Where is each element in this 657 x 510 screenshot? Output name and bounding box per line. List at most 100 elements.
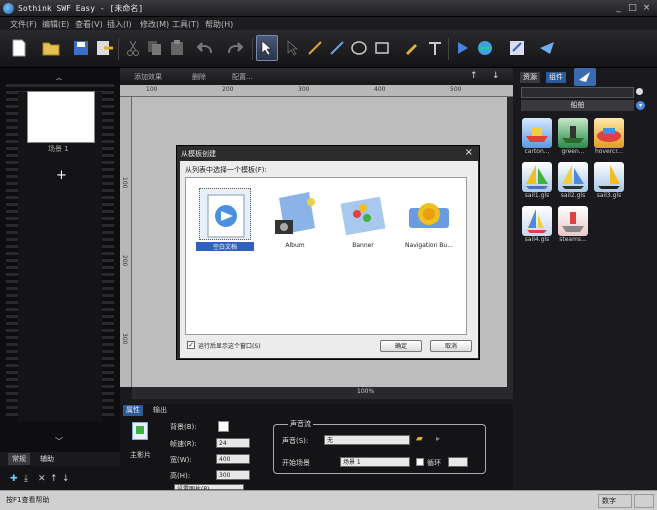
menu-modify[interactable]: 修改(M) — [140, 19, 169, 30]
template-banner[interactable]: Banner — [334, 188, 392, 256]
search-option-icon[interactable] — [636, 88, 643, 95]
dialog-close-button[interactable]: × — [465, 147, 473, 158]
delete-effect-button[interactable]: 删除 — [192, 72, 206, 82]
add-scene-button[interactable]: + — [56, 168, 67, 183]
menu-insert[interactable]: 插入(I) — [107, 19, 132, 30]
scene-thumbnail[interactable] — [27, 91, 95, 143]
tab-general[interactable]: 常规 — [8, 453, 30, 465]
menu-file[interactable]: 文件(F) — [10, 19, 37, 30]
window-title: Sothink SWF Easy - [未命名] — [18, 4, 144, 13]
config-effect-button[interactable]: 配置... — [232, 72, 253, 82]
delete-icon[interactable]: ✕ — [38, 474, 46, 484]
status-extra — [634, 494, 654, 508]
sound-select[interactable]: 无 — [324, 435, 410, 445]
category-dropdown-icon[interactable]: ▾ — [636, 101, 645, 110]
ellipse-tool-icon[interactable] — [348, 35, 370, 61]
asset-item[interactable]: sail3.gls — [592, 162, 626, 204]
width-input[interactable]: 400 — [216, 454, 250, 464]
vertical-scrollbar[interactable] — [507, 97, 513, 387]
play-sound-icon[interactable]: ▸ — [436, 434, 440, 443]
asset-label: sail3.gls — [596, 192, 622, 199]
cancel-button[interactable]: 取消 — [430, 340, 472, 352]
rectangle-tool-icon[interactable] — [371, 35, 393, 61]
publish-icon[interactable] — [506, 35, 528, 61]
asset-label: sail2.gls — [560, 192, 586, 199]
tab-resources[interactable]: 资源 — [520, 72, 540, 83]
move-down-icon[interactable]: ↓ — [62, 474, 70, 484]
loop-label: 循环 — [427, 459, 441, 467]
template-album[interactable]: Album — [266, 188, 324, 256]
sound-group-title: 声音流 — [288, 419, 313, 429]
subselect-tool-icon[interactable] — [282, 35, 304, 61]
import-icon[interactable]: ⤓ — [24, 474, 28, 484]
template-list[interactable]: 空白文档 Album Banner Navigation Bu... — [185, 177, 467, 335]
redo-icon[interactable] — [224, 35, 246, 61]
new-icon[interactable] — [8, 35, 30, 61]
play-icon[interactable] — [452, 35, 474, 61]
cut-icon[interactable] — [122, 35, 144, 61]
loop-checkbox[interactable] — [416, 458, 424, 466]
start-scene-select[interactable]: 场景 1 — [340, 457, 410, 467]
toolbar-separator — [118, 38, 119, 60]
asset-label: hovercr... — [595, 148, 623, 155]
tab-components[interactable]: 组件 — [546, 72, 566, 83]
status-bar: 按F1查看帮助 数字 — [0, 490, 657, 510]
share-icon[interactable] — [536, 35, 558, 61]
ruler-tick: 300 — [298, 86, 310, 93]
select-tool-icon[interactable] — [256, 35, 278, 61]
menu-help[interactable]: 帮助(H) — [205, 19, 233, 30]
scene-label: 场景 1 — [48, 145, 69, 153]
folder-icon[interactable]: ▰ — [416, 434, 423, 444]
paste-icon[interactable] — [166, 35, 188, 61]
ruler-tick: 200 — [222, 86, 234, 93]
show-on-startup-checkbox[interactable]: ✓ — [187, 341, 195, 349]
ruler-tick: 300 — [121, 333, 128, 345]
bg-color-swatch[interactable] — [218, 421, 229, 432]
template-navigation[interactable]: Navigation Bu... — [400, 188, 458, 256]
pen-tool-icon[interactable] — [326, 35, 348, 61]
asset-item[interactable]: steams... — [556, 206, 590, 248]
asset-item[interactable]: hovercr... — [592, 118, 626, 160]
close-button[interactable]: × — [640, 3, 653, 14]
tab-output[interactable]: 输出 — [150, 405, 170, 416]
add-effect-button[interactable]: 添加效果 — [134, 72, 162, 82]
loop-count-input[interactable] — [448, 457, 468, 467]
tab-properties[interactable]: 属性 — [123, 405, 143, 416]
dialog-title: 从模板创建 — [181, 150, 216, 158]
copy-icon[interactable] — [144, 35, 166, 61]
tab-aux[interactable]: 辅助 — [36, 453, 58, 465]
fps-input[interactable]: 24 — [216, 438, 250, 448]
move-up-icon[interactable]: ↑ — [50, 474, 58, 484]
menu-view[interactable]: 查看(V) — [75, 19, 103, 30]
scroll-down-icon[interactable]: ﹀ — [55, 436, 63, 447]
export-icon[interactable] — [94, 35, 116, 61]
text-tool-icon[interactable] — [424, 35, 446, 61]
horizontal-scrollbar[interactable]: 100% — [132, 387, 513, 399]
asset-item[interactable]: green... — [556, 118, 590, 160]
asset-item[interactable]: sail2.gls — [556, 162, 590, 204]
arrow-down-icon[interactable]: ↓ — [492, 71, 500, 81]
asset-item[interactable]: carton... — [520, 118, 554, 160]
asset-item[interactable]: sail4.gls — [520, 206, 554, 248]
pencil-tool-icon[interactable] — [400, 35, 422, 61]
add-icon[interactable]: ✚ — [10, 474, 18, 484]
open-icon[interactable] — [40, 35, 62, 61]
arrow-up-icon[interactable]: ↑ — [470, 71, 478, 81]
height-input[interactable]: 300 — [216, 470, 250, 480]
undo-icon[interactable] — [194, 35, 216, 61]
menu-tools[interactable]: 工具(T) — [172, 19, 199, 30]
line-tool-icon[interactable] — [304, 35, 326, 61]
template-blank[interactable]: 空白文档 — [196, 188, 254, 256]
menu-edit[interactable]: 编辑(E) — [42, 19, 69, 30]
resource-search-input[interactable] — [521, 87, 634, 98]
category-select[interactable]: 船舶 — [521, 100, 634, 111]
navigation-button-icon — [403, 188, 455, 240]
left-tabs: 常规 辅助 — [0, 452, 120, 466]
minimize-button[interactable]: _ — [612, 3, 625, 14]
start-scene-label: 开始场景 — [282, 459, 310, 467]
asset-item[interactable]: sail1.gls — [520, 162, 554, 204]
save-icon[interactable] — [70, 35, 92, 61]
ok-button[interactable]: 确定 — [380, 340, 422, 352]
preview-browser-icon[interactable] — [474, 35, 496, 61]
maximize-button[interactable]: □ — [626, 3, 639, 14]
